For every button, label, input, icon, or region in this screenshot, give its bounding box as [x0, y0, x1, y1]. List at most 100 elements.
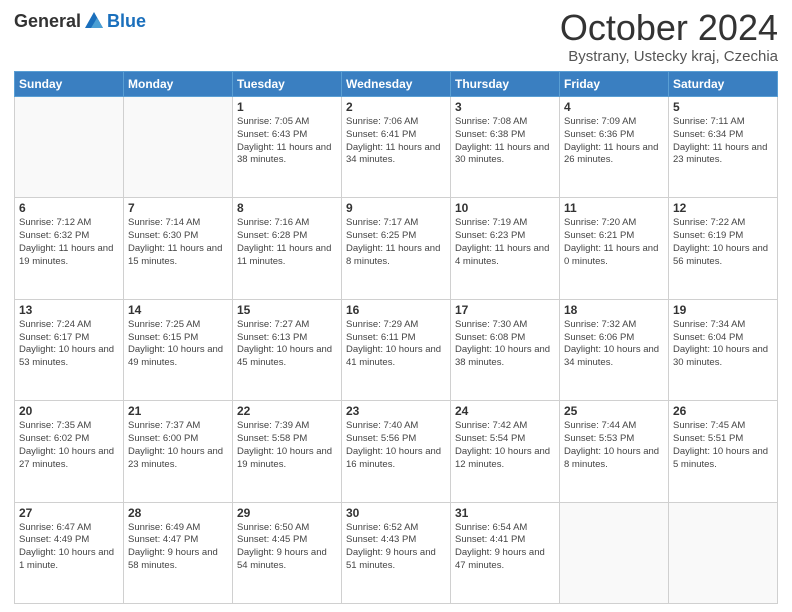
day-info: Sunrise: 7:27 AM Sunset: 6:13 PM Dayligh…	[237, 319, 337, 370]
day-number: 25	[564, 404, 664, 418]
day-number: 6	[19, 201, 119, 215]
day-number: 7	[128, 201, 228, 215]
calendar-cell: 23Sunrise: 7:40 AM Sunset: 5:56 PM Dayli…	[342, 401, 451, 502]
calendar-cell: 16 Sunrise: 7:29 AM Sunset: 6:11 PM Dayli…	[342, 299, 451, 400]
day-number: 2	[346, 100, 446, 114]
day-info: Sunrise: 7:16 AM Sunset: 6:28 PM Dayligh…	[237, 217, 337, 268]
calendar-cell: 31 Sunrise: 6:54 AM Sunset: 4:41 PM Dayli…	[451, 502, 560, 603]
day-number: 17	[455, 303, 555, 317]
calendar-cell	[15, 97, 124, 198]
logo-icon	[83, 10, 105, 32]
calendar-cell: 19 Sunrise: 7:34 AM Sunset: 6:04 PM Dayli…	[669, 299, 778, 400]
calendar-cell: 4 Sunrise: 7:09 AM Sunset: 6:36 PM Daylig…	[560, 97, 669, 198]
day-info: Sunrise: 7:20 AM Sunset: 6:21 PM Dayligh…	[564, 217, 664, 268]
header: General Blue October 2024 Bystrany, Uste…	[14, 10, 778, 65]
day-info: Sunrise: 7:44 AM Sunset: 5:53 PM Dayligh…	[564, 420, 664, 471]
day-number: 15	[237, 303, 337, 317]
day-info: Sunrise: 6:54 AM Sunset: 4:41 PM Dayligh…	[455, 522, 555, 573]
calendar-cell: 22 Sunrise: 7:39 AM Sunset: 5:58 PM Dayli…	[233, 401, 342, 502]
day-info: Sunrise: 7:42 AM Sunset: 5:54 PM Dayligh…	[455, 420, 555, 471]
calendar-cell: 30 Sunrise: 6:52 AM Sunset: 4:43 PM Dayli…	[342, 502, 451, 603]
day-info: Sunrise: 7:45 AM Sunset: 5:51 PM Dayligh…	[673, 420, 773, 471]
day-number: 30	[346, 506, 446, 520]
day-number: 19	[673, 303, 773, 317]
day-info: Sunrise: 7:11 AM Sunset: 6:34 PM Dayligh…	[673, 116, 773, 167]
calendar-cell: 14Sunrise: 7:25 AM Sunset: 6:15 PM Dayli…	[124, 299, 233, 400]
day-number: 5	[673, 100, 773, 114]
day-number: 1	[237, 100, 337, 114]
day-number: 11	[564, 201, 664, 215]
calendar-cell: 12 Sunrise: 7:22 AM Sunset: 6:19 PM Dayli…	[669, 198, 778, 299]
day-info: Sunrise: 7:29 AM Sunset: 6:11 PM Dayligh…	[346, 319, 446, 370]
calendar-cell: 17Sunrise: 7:30 AM Sunset: 6:08 PM Dayli…	[451, 299, 560, 400]
day-number: 28	[128, 506, 228, 520]
day-number: 20	[19, 404, 119, 418]
day-info: Sunrise: 7:09 AM Sunset: 6:36 PM Dayligh…	[564, 116, 664, 167]
calendar-cell: 3Sunrise: 7:08 AM Sunset: 6:38 PM Daylig…	[451, 97, 560, 198]
col-header-thursday: Thursday	[451, 72, 560, 97]
calendar-cell: 10Sunrise: 7:19 AM Sunset: 6:23 PM Dayli…	[451, 198, 560, 299]
day-number: 12	[673, 201, 773, 215]
day-info: Sunrise: 7:35 AM Sunset: 6:02 PM Dayligh…	[19, 420, 119, 471]
calendar-cell	[124, 97, 233, 198]
logo: General Blue	[14, 10, 146, 32]
calendar-cell: 1 Sunrise: 7:05 AM Sunset: 6:43 PM Daylig…	[233, 97, 342, 198]
day-info: Sunrise: 7:22 AM Sunset: 6:19 PM Dayligh…	[673, 217, 773, 268]
logo-blue-text: Blue	[107, 11, 146, 32]
calendar-cell: 8 Sunrise: 7:16 AM Sunset: 6:28 PM Daylig…	[233, 198, 342, 299]
day-info: Sunrise: 7:14 AM Sunset: 6:30 PM Dayligh…	[128, 217, 228, 268]
calendar-cell	[669, 502, 778, 603]
calendar-cell: 18Sunrise: 7:32 AM Sunset: 6:06 PM Dayli…	[560, 299, 669, 400]
day-number: 4	[564, 100, 664, 114]
day-number: 8	[237, 201, 337, 215]
col-header-saturday: Saturday	[669, 72, 778, 97]
calendar-cell: 25 Sunrise: 7:44 AM Sunset: 5:53 PM Dayli…	[560, 401, 669, 502]
calendar-week-row: 1 Sunrise: 7:05 AM Sunset: 6:43 PM Daylig…	[15, 97, 778, 198]
day-number: 26	[673, 404, 773, 418]
day-info: Sunrise: 7:39 AM Sunset: 5:58 PM Dayligh…	[237, 420, 337, 471]
day-number: 16	[346, 303, 446, 317]
page: General Blue October 2024 Bystrany, Uste…	[0, 0, 792, 612]
month-title: October 2024	[560, 10, 778, 46]
day-number: 31	[455, 506, 555, 520]
col-header-friday: Friday	[560, 72, 669, 97]
day-info: Sunrise: 6:52 AM Sunset: 4:43 PM Dayligh…	[346, 522, 446, 573]
day-number: 29	[237, 506, 337, 520]
calendar-week-row: 6 Sunrise: 7:12 AM Sunset: 6:32 PM Daylig…	[15, 198, 778, 299]
calendar-cell: 28Sunrise: 6:49 AM Sunset: 4:47 PM Dayli…	[124, 502, 233, 603]
calendar-cell: 24 Sunrise: 7:42 AM Sunset: 5:54 PM Dayli…	[451, 401, 560, 502]
calendar-table: SundayMondayTuesdayWednesdayThursdayFrid…	[14, 71, 778, 604]
day-info: Sunrise: 7:37 AM Sunset: 6:00 PM Dayligh…	[128, 420, 228, 471]
day-info: Sunrise: 7:12 AM Sunset: 6:32 PM Dayligh…	[19, 217, 119, 268]
calendar-cell: 5 Sunrise: 7:11 AM Sunset: 6:34 PM Daylig…	[669, 97, 778, 198]
col-header-sunday: Sunday	[15, 72, 124, 97]
day-info: Sunrise: 7:17 AM Sunset: 6:25 PM Dayligh…	[346, 217, 446, 268]
calendar-cell: 11 Sunrise: 7:20 AM Sunset: 6:21 PM Dayli…	[560, 198, 669, 299]
calendar-cell: 9 Sunrise: 7:17 AM Sunset: 6:25 PM Daylig…	[342, 198, 451, 299]
calendar-cell	[560, 502, 669, 603]
day-number: 27	[19, 506, 119, 520]
logo-general-text: General	[14, 11, 81, 32]
day-number: 21	[128, 404, 228, 418]
day-number: 9	[346, 201, 446, 215]
day-number: 14	[128, 303, 228, 317]
day-info: Sunrise: 7:34 AM Sunset: 6:04 PM Dayligh…	[673, 319, 773, 370]
day-info: Sunrise: 7:40 AM Sunset: 5:56 PM Dayligh…	[346, 420, 446, 471]
calendar-cell: 21 Sunrise: 7:37 AM Sunset: 6:00 PM Dayli…	[124, 401, 233, 502]
day-info: Sunrise: 7:19 AM Sunset: 6:23 PM Dayligh…	[455, 217, 555, 268]
day-number: 24	[455, 404, 555, 418]
calendar-week-row: 27 Sunrise: 6:47 AM Sunset: 4:49 PM Dayli…	[15, 502, 778, 603]
calendar-week-row: 13Sunrise: 7:24 AM Sunset: 6:17 PM Dayli…	[15, 299, 778, 400]
title-area: October 2024 Bystrany, Ustecky kraj, Cze…	[560, 10, 778, 65]
calendar-cell: 13Sunrise: 7:24 AM Sunset: 6:17 PM Dayli…	[15, 299, 124, 400]
col-header-tuesday: Tuesday	[233, 72, 342, 97]
day-info: Sunrise: 6:50 AM Sunset: 4:45 PM Dayligh…	[237, 522, 337, 573]
day-number: 13	[19, 303, 119, 317]
day-info: Sunrise: 7:05 AM Sunset: 6:43 PM Dayligh…	[237, 116, 337, 167]
day-info: Sunrise: 7:06 AM Sunset: 6:41 PM Dayligh…	[346, 116, 446, 167]
day-info: Sunrise: 6:47 AM Sunset: 4:49 PM Dayligh…	[19, 522, 119, 573]
calendar-cell: 27 Sunrise: 6:47 AM Sunset: 4:49 PM Dayli…	[15, 502, 124, 603]
calendar-cell: 2 Sunrise: 7:06 AM Sunset: 6:41 PM Daylig…	[342, 97, 451, 198]
col-header-wednesday: Wednesday	[342, 72, 451, 97]
day-number: 22	[237, 404, 337, 418]
